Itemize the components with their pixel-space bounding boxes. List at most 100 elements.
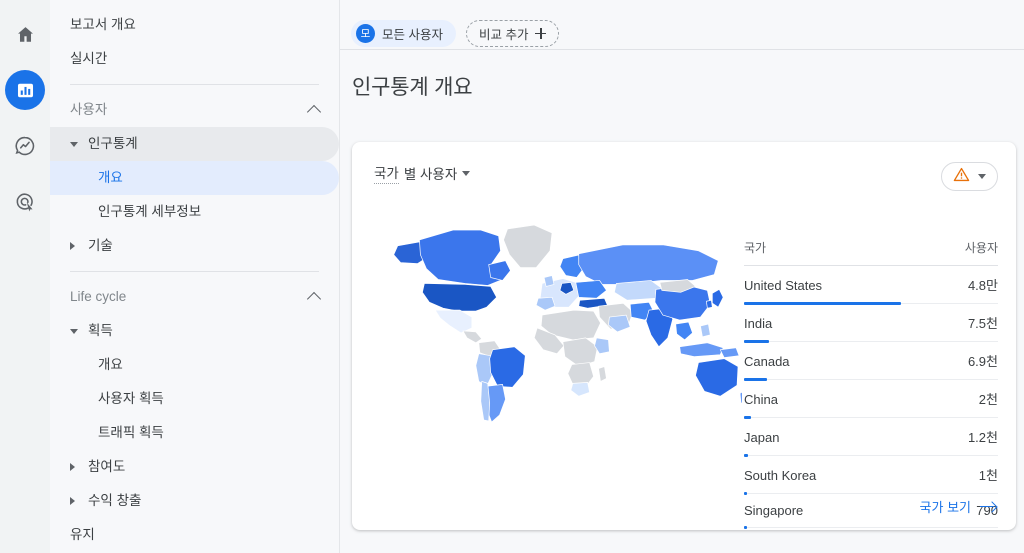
home-icon bbox=[15, 24, 36, 45]
country-users-card: 국가 별 사용자 국가 사용자 United States 4.8만 India… bbox=[352, 142, 1016, 530]
add-comparison-label: 비교 추가 bbox=[478, 28, 529, 42]
rail-item-reports[interactable] bbox=[5, 70, 45, 110]
nav-divider bbox=[70, 84, 319, 85]
card-header: 국가 별 사용자 bbox=[352, 142, 1016, 191]
sidebar-item-개요[interactable]: 개요 bbox=[50, 348, 339, 382]
sidebar-item-label: 개요 bbox=[98, 357, 123, 373]
sidebar-item-유지[interactable]: 유지 bbox=[50, 518, 339, 552]
rail-item-explore[interactable] bbox=[5, 126, 45, 166]
map-country-russia bbox=[578, 244, 719, 285]
map-country-mexico bbox=[434, 309, 473, 334]
table-row[interactable]: Canada 6.9천 bbox=[744, 342, 998, 381]
warning-chevron-down-icon bbox=[978, 174, 986, 179]
map-country-south-korea bbox=[706, 299, 713, 309]
triangle-right-icon[interactable] bbox=[70, 497, 75, 505]
arrow-right-icon bbox=[980, 501, 996, 513]
add-comparison-button[interactable]: 비교 추가 bbox=[465, 20, 560, 47]
sidebar-item-label: 획득 bbox=[88, 323, 113, 339]
data-quality-warning-button[interactable] bbox=[941, 162, 998, 191]
row-country-name: Singapore bbox=[744, 503, 804, 518]
map-country-united-kingdom bbox=[543, 275, 555, 287]
row-user-count: 2천 bbox=[978, 392, 998, 407]
table-rows: United States 4.8만 India 7.5천 Canada 6.9천 Chin… bbox=[744, 266, 998, 529]
sidebar-item-label: Life cycle bbox=[70, 289, 127, 305]
app-root: 보고서 개요 실시간 사용자 인구통계 개요 인구통계 세부정보 기술 Life cycle 획… bbox=[0, 0, 1024, 553]
sidebar-item-기술[interactable]: 기술 bbox=[50, 229, 339, 263]
row-country-name: China bbox=[744, 392, 778, 407]
card-body: 국가 사용자 United States 4.8만 India 7.5천 Canada 6… bbox=[352, 191, 1016, 529]
sidebar-item-개요[interactable]: 개요 bbox=[50, 161, 339, 195]
sidebar-item-label: 실시간 bbox=[70, 51, 108, 67]
sidebar-item-label: 사용자 bbox=[70, 102, 108, 118]
dimension-name: 국가 bbox=[374, 162, 399, 184]
sidebar-item-보고서-개요[interactable]: 보고서 개요 bbox=[50, 8, 339, 42]
dimension-selector[interactable]: 국가 별 사용자 bbox=[374, 162, 471, 184]
sidebar-item-label: 인구통계 bbox=[88, 136, 138, 152]
map-country-southeast-asia bbox=[675, 321, 693, 341]
map-country-indonesia bbox=[679, 342, 724, 357]
world-map-chart[interactable] bbox=[366, 203, 742, 445]
sidebar-item-label: 보고서 개요 bbox=[70, 17, 136, 33]
table-row[interactable]: United States 4.8만 bbox=[744, 266, 998, 305]
advertising-target-icon bbox=[14, 191, 36, 213]
sidebar-item-label: 기술 bbox=[88, 238, 113, 254]
map-country-central-africa bbox=[562, 337, 598, 367]
chevron-up-icon[interactable] bbox=[306, 104, 322, 119]
row-user-count: 6.9천 bbox=[967, 354, 998, 369]
country-users-table: 국가 사용자 United States 4.8만 India 7.5천 Canada 6… bbox=[744, 239, 998, 529]
row-country-name: India bbox=[744, 316, 773, 331]
segment-chip-all-users[interactable]: 모 모든 사용자 bbox=[351, 20, 456, 47]
triangle-down-icon[interactable] bbox=[70, 141, 78, 147]
map-country-canada-east bbox=[488, 260, 511, 281]
view-countries-link[interactable]: 국가 보기 bbox=[920, 497, 996, 516]
triangle-right-icon[interactable] bbox=[70, 242, 75, 250]
table-row[interactable]: India 7.5천 bbox=[744, 304, 998, 343]
segment-avatar: 모 bbox=[356, 24, 375, 43]
map-country-new-zealand bbox=[739, 391, 742, 404]
sidebar-item-label: 사용자 획득 bbox=[98, 391, 164, 407]
table-row[interactable]: Japan 1.2천 bbox=[744, 418, 998, 457]
sidebar-item-수익-창출[interactable]: 수익 창출 bbox=[50, 484, 339, 518]
sidebar-item-사용자-획득[interactable]: 사용자 획득 bbox=[50, 382, 339, 416]
sidebar-item-트래픽-획득[interactable]: 트래픽 획득 bbox=[50, 416, 339, 450]
rail-item-home[interactable] bbox=[5, 14, 45, 54]
map-country-saudi bbox=[608, 314, 631, 333]
row-country-name: Canada bbox=[744, 354, 790, 369]
triangle-right-icon[interactable] bbox=[70, 463, 75, 471]
comparison-chips-row: 모 모든 사용자 비교 추가 bbox=[340, 0, 1024, 49]
chevron-up-icon[interactable] bbox=[306, 291, 322, 306]
table-row[interactable]: China 2천 bbox=[744, 380, 998, 419]
view-countries-label: 국가 보기 bbox=[919, 500, 971, 515]
dimension-suffix: 별 사용자 bbox=[403, 167, 458, 182]
table-col-country: 국가 bbox=[744, 241, 767, 255]
warning-triangle-icon bbox=[953, 166, 970, 188]
sidebar-item-인구통계[interactable]: 인구통계 bbox=[50, 127, 339, 161]
row-country-name: South Korea bbox=[744, 468, 817, 483]
rail-item-advertising[interactable] bbox=[5, 182, 45, 222]
sidebar-item-실시간[interactable]: 실시간 bbox=[50, 42, 339, 76]
sidebar-item-사용자[interactable]: 사용자 bbox=[50, 93, 339, 127]
sidebar-item-참여도[interactable]: 참여도 bbox=[50, 450, 339, 484]
map-country-australia bbox=[695, 358, 739, 397]
sidebar-item-인구통계-세부정보[interactable]: 인구통계 세부정보 bbox=[50, 195, 339, 229]
report-navigation-sidebar: 보고서 개요 실시간 사용자 인구통계 개요 인구통계 세부정보 기술 Life cycle 획… bbox=[50, 0, 340, 553]
sidebar-item-label: 수익 창출 bbox=[88, 493, 142, 509]
map-country-kazakhstan bbox=[614, 280, 663, 301]
chevron-down-icon bbox=[462, 170, 471, 176]
table-row[interactable]: South Korea 1천 bbox=[744, 456, 998, 495]
row-user-count: 1.2천 bbox=[967, 430, 998, 445]
sidebar-item-label: 개요 bbox=[98, 170, 123, 186]
map-country-papua bbox=[719, 347, 740, 358]
table-col-users: 사용자 bbox=[964, 241, 998, 255]
bar-chart-icon bbox=[16, 81, 35, 100]
page-title: 인구통계 개요 bbox=[352, 76, 473, 99]
map-country-south-africa bbox=[570, 382, 590, 397]
map-country-philippines bbox=[700, 323, 711, 338]
row-user-count: 1천 bbox=[978, 468, 998, 483]
sidebar-item-life-cycle[interactable]: Life cycle bbox=[50, 280, 339, 314]
sidebar-item-획득[interactable]: 획득 bbox=[50, 314, 339, 348]
triangle-down-icon[interactable] bbox=[70, 328, 78, 334]
row-user-count: 7.5천 bbox=[967, 316, 998, 331]
nav-divider bbox=[70, 271, 319, 272]
map-country-united-states bbox=[422, 283, 497, 312]
